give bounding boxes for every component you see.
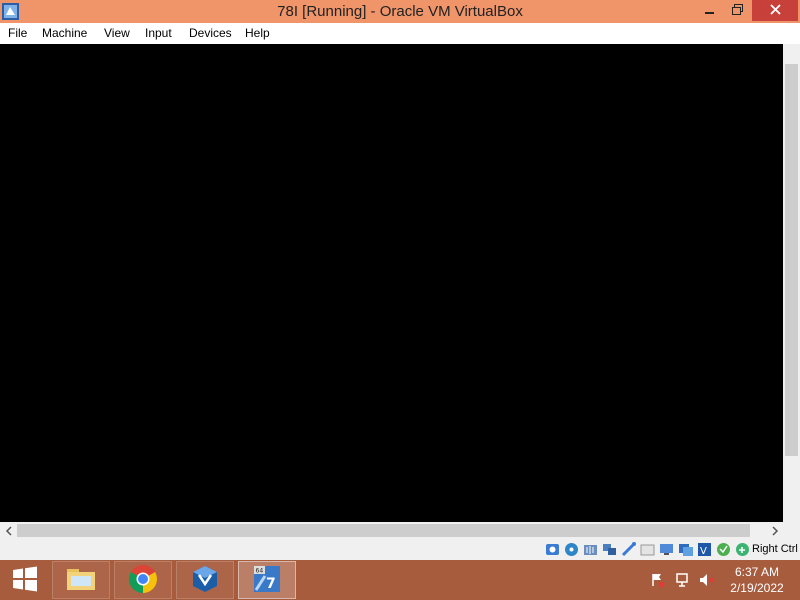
menu-help[interactable]: Help [245,23,270,44]
title-bar[interactable]: 78I [Running] - Oracle VM VirtualBox [0,0,800,23]
hard-disk-icon[interactable] [545,542,561,557]
display-icon[interactable] [659,542,675,557]
close-button[interactable] [752,0,798,21]
chrome-icon [128,564,158,597]
taskbar: 64 7 6:37 AM 2/19/2022 [0,560,800,600]
window-title: 78I [Running] - Oracle VM VirtualBox [277,3,523,20]
virtualbox-icon [190,564,220,597]
clock-time: 6:37 AM [734,565,780,579]
windows7-64-vm-icon: 64 7 [251,563,283,598]
close-icon [769,3,781,18]
svg-text:V: V [700,546,707,557]
vertical-scrollbar[interactable] [783,44,800,522]
horizontal-scrollbar[interactable] [0,522,783,539]
minimize-icon [705,4,715,18]
vm-screen[interactable] [0,44,783,522]
menu-bar: File Machine View Input Devices Help [0,23,800,44]
volume-muted-icon[interactable] [698,572,714,588]
audio-icon[interactable] [583,542,599,557]
scroll-right-icon[interactable] [766,522,783,539]
menu-devices[interactable]: Devices [189,23,232,44]
minimize-button[interactable] [697,0,723,21]
restore-button[interactable] [724,0,750,21]
windows-start-icon [12,566,38,595]
optical-drive-icon[interactable] [564,542,580,557]
taskbar-file-explorer[interactable] [52,561,110,599]
system-clock[interactable]: 6:37 AM 2/19/2022 [725,564,789,596]
taskbar-vm-78i[interactable]: 64 7 [238,561,296,599]
keyboard-capture-icon[interactable] [735,542,751,557]
menu-machine[interactable]: Machine [42,23,87,44]
mouse-integration-icon[interactable] [716,542,732,557]
restore-icon [731,3,743,18]
menu-file[interactable]: File [8,23,27,44]
svg-text:64: 64 [256,567,264,574]
menu-input[interactable]: Input [145,23,172,44]
scroll-left-icon[interactable] [0,522,17,539]
horizontal-scroll-thumb[interactable] [17,524,750,537]
svg-text:7: 7 [266,576,276,592]
status-bar: V Right Ctrl [0,539,800,560]
usb-icon[interactable] [621,542,637,557]
folder-icon [65,565,97,596]
shared-folders-icon[interactable] [640,542,656,557]
start-button[interactable] [0,560,50,600]
action-center-flag-icon[interactable] [650,572,666,588]
virtualization-icon[interactable]: V [697,542,713,557]
taskbar-chrome[interactable] [114,561,172,599]
network-tray-icon[interactable] [675,572,691,588]
menu-view[interactable]: View [104,23,130,44]
scroll-up-icon[interactable] [783,44,800,61]
clock-date: 2/19/2022 [730,581,784,595]
scrollbar-corner [783,522,800,539]
video-capture-icon[interactable] [678,542,694,557]
taskbar-virtualbox-manager[interactable] [176,561,234,599]
network-icon[interactable] [602,542,618,557]
host-key-label[interactable]: Right Ctrl [752,539,798,560]
vertical-scroll-thumb[interactable] [785,64,798,456]
